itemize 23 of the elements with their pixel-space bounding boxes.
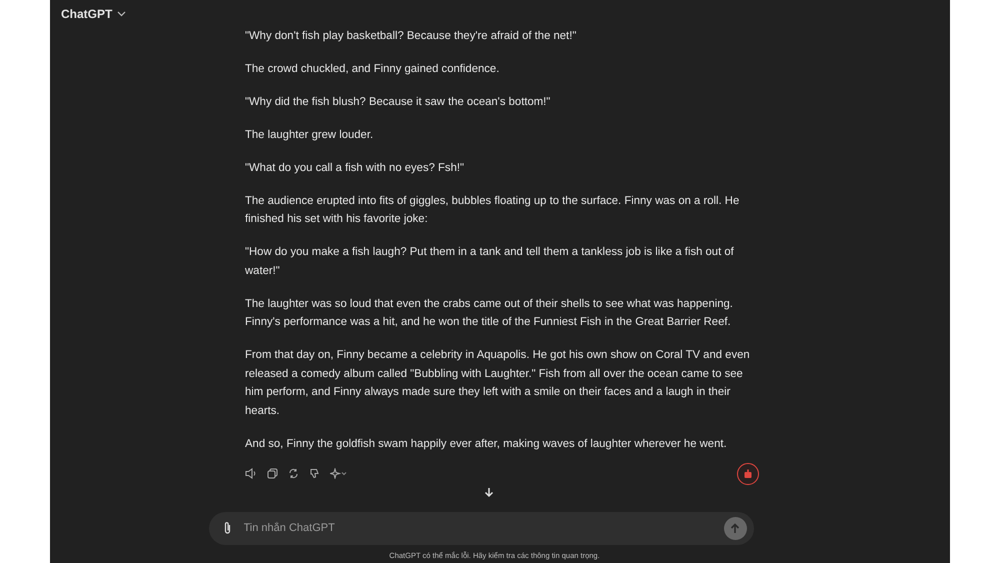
stop-icon <box>743 468 753 479</box>
sparkle-icon[interactable] <box>330 468 348 480</box>
send-button[interactable] <box>724 516 746 540</box>
message-paragraph: The crowd chuckled, and Finny gained confidence. <box>245 62 500 77</box>
stop-button[interactable] <box>737 462 759 485</box>
model-selector[interactable]: ChatGPT <box>61 7 126 22</box>
arrow-up-icon <box>730 522 740 534</box>
message-paragraph: From that day on, Finny became a celebrity in Aquapolis. He got his own show on Coral TV and even released a comedy album called "Bubbling with Laughter." Fish from all over the ocean came to see him perform, and Finny always made sure they left with a smile on their faces and a laugh in their hearts. <box>245 348 751 419</box>
copy-icon[interactable] <box>267 468 278 480</box>
message-paragraph: "Why did the fish blush? Because it saw the ocean's bottom!" <box>245 94 552 110</box>
chevron-down-icon <box>117 11 126 18</box>
message-paragraph: And so, Finny the goldfish swam happily ever after, making waves of laughter wherever he went. <box>245 436 728 452</box>
message-paragraph: "What do you call a fish with no eyes? Fsh!" <box>245 160 465 176</box>
message-paragraph: The laughter was so loud that even the crabs came out of their shells to see what was happening. Finny's performance was a hit, and he won the title of the Funniest Fish in the Great Barrier Reef. <box>245 296 734 330</box>
message-paragraph: "Why don't fish play basketball? Because they're afraid of the net!" <box>245 28 578 44</box>
speaker-icon[interactable] <box>245 468 257 480</box>
paperclip-icon[interactable] <box>222 521 232 536</box>
message-paragraph: "How do you make a fish laugh? Put them in a tank and tell them a tankless job is like a fish out of water!" <box>245 245 735 279</box>
thumbs-down-icon[interactable] <box>309 468 320 480</box>
scroll-down-icon[interactable] <box>484 486 494 498</box>
message-paragraph: The audience erupted into fits of giggles, bubbles floating up to the surface. Finny was on a roll. He finished his set with his favorite joke: <box>245 194 740 228</box>
message-paragraph: The laughter grew louder. <box>245 128 374 143</box>
regenerate-icon[interactable] <box>288 468 299 480</box>
